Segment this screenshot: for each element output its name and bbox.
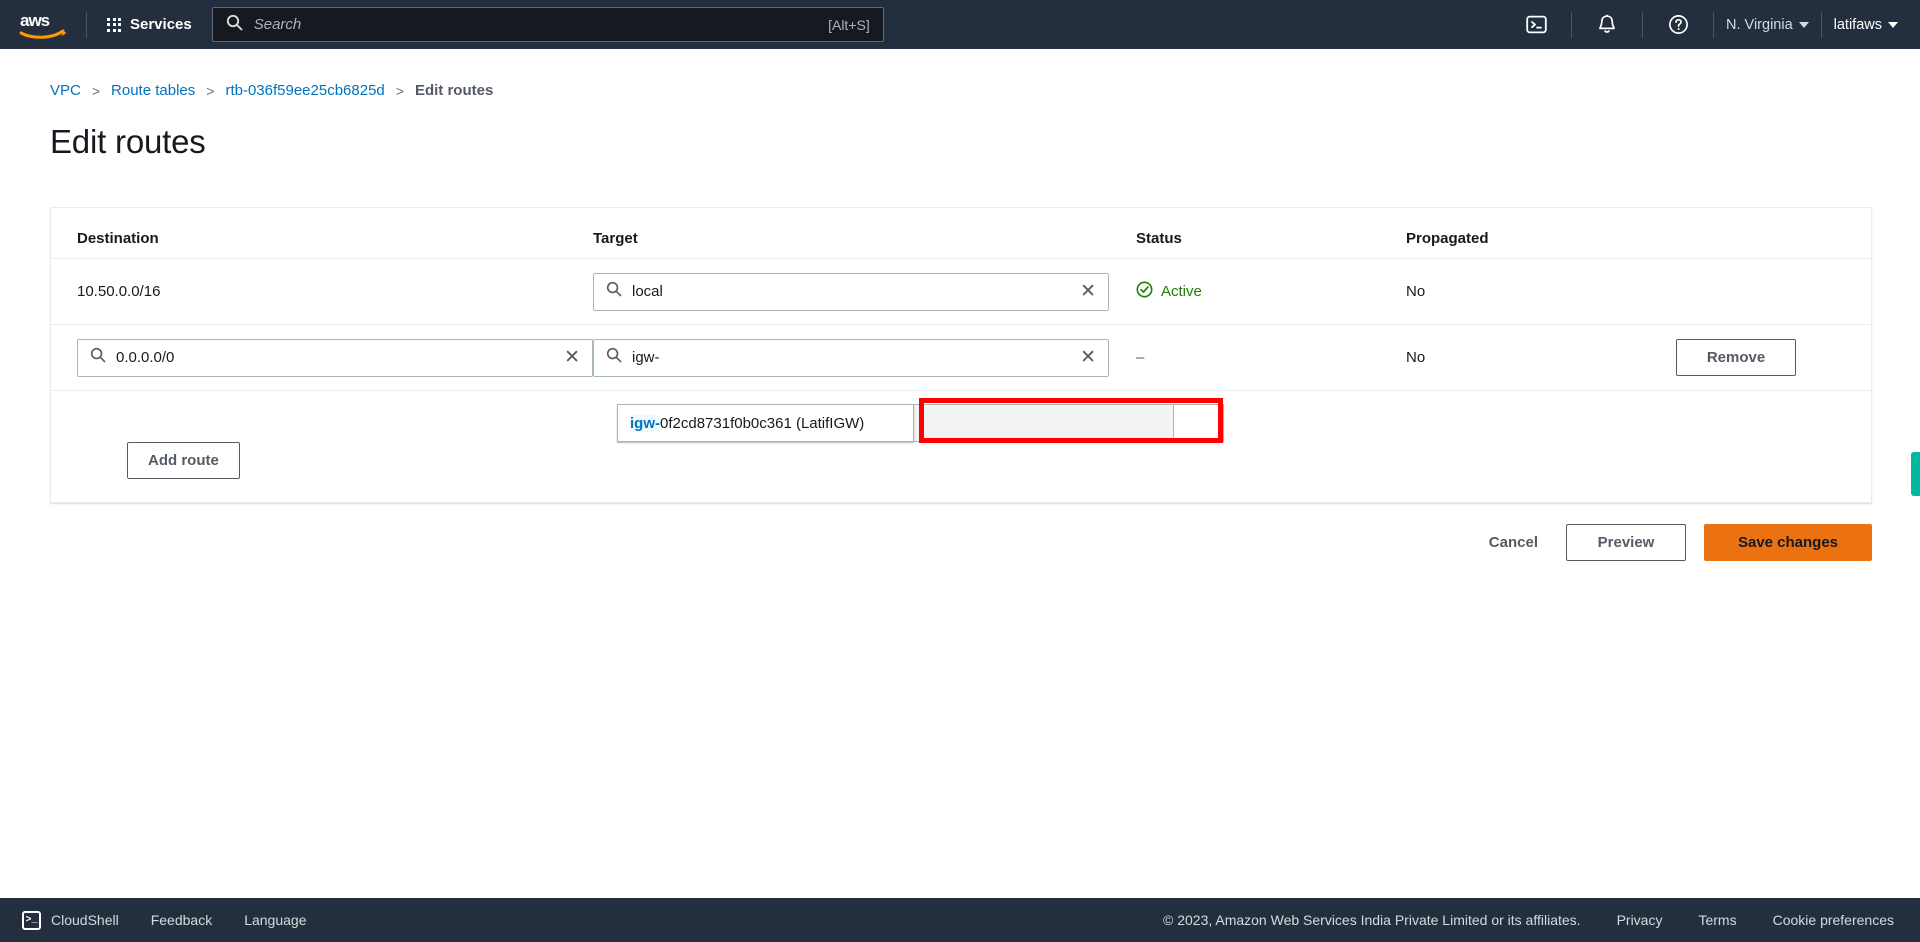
cloudshell-icon[interactable] [1521, 10, 1551, 40]
route-propagated-value: No [1406, 283, 1426, 300]
page-footer: >_ CloudShell Feedback Language © 2023, … [0, 898, 1920, 942]
services-label: Services [130, 16, 192, 33]
breadcrumb-separator-icon: > [206, 82, 215, 99]
nav-divider [1820, 11, 1822, 38]
autocomplete-match-prefix: igw- [630, 414, 660, 432]
nav-divider [86, 11, 87, 38]
dropdown-panel-filler-right [1174, 404, 1224, 442]
grid-icon [107, 17, 121, 32]
footer-feedback-link[interactable]: Feedback [151, 912, 212, 928]
route-target-cell: local ✕ [593, 272, 1136, 311]
nav-right-group: N. Virginia latifaws [1507, 0, 1920, 49]
target-input-value: local [632, 283, 663, 300]
footer-privacy-link[interactable]: Privacy [1617, 912, 1663, 928]
add-route-button[interactable]: Add route [127, 442, 240, 479]
table-header-row: Destination Target Status Propagated [51, 208, 1871, 259]
breadcrumb-separator-icon: > [91, 82, 101, 99]
breadcrumb-item-route-table-id[interactable]: rtb-036f59ee25cb6825d [225, 82, 384, 99]
region-selector[interactable]: N. Virginia [1720, 17, 1815, 33]
nav-divider [1571, 11, 1573, 38]
bell-icon[interactable] [1592, 10, 1622, 40]
breadcrumb-item-vpc[interactable]: VPC [50, 82, 81, 99]
cancel-button[interactable]: Cancel [1479, 534, 1548, 551]
footer-terms-link[interactable]: Terms [1698, 912, 1736, 928]
destination-input-value: 0.0.0.0/0 [116, 349, 175, 366]
target-autocomplete-option[interactable]: igw- 0f2cd8731f0b0c361 (LatifIGW) [617, 404, 914, 442]
clear-icon[interactable]: ✕ [564, 348, 580, 367]
route-propagated-value: No [1406, 349, 1426, 366]
chevron-down-icon [1798, 21, 1809, 28]
breadcrumb-separator-icon: > [395, 82, 404, 99]
column-header-propagated: Propagated [1406, 230, 1489, 247]
services-menu-button[interactable]: Services [103, 11, 196, 38]
search-icon [226, 14, 243, 36]
destination-input[interactable]: 0.0.0.0/0 ✕ [77, 338, 593, 377]
route-target-cell: igw- ✕ [593, 338, 1136, 377]
global-search-input[interactable]: Search [Alt+S] [211, 7, 884, 42]
check-circle-icon [1136, 281, 1153, 302]
autocomplete-option-text: 0f2cd8731f0b0c361 (LatifIGW) [660, 414, 865, 432]
route-destination-text: 10.50.0.0/16 [77, 283, 161, 300]
chevron-down-icon [1888, 21, 1898, 28]
top-navigation-bar: aws Services Search [Alt+S] N. Virginia … [0, 0, 1920, 49]
search-shortcut-hint: [Alt+S] [828, 16, 870, 33]
status-badge: Active [1136, 281, 1406, 302]
aws-console-page: aws Services Search [Alt+S] N. Virginia … [0, 0, 1920, 942]
add-route-wrapper: Add route [127, 442, 240, 479]
preview-button[interactable]: Preview [1566, 524, 1686, 561]
save-changes-button[interactable]: Save changes [1704, 524, 1872, 561]
target-input[interactable]: igw- ✕ [593, 338, 1109, 377]
column-header-destination: Destination [77, 230, 159, 247]
status-label: – [1136, 348, 1145, 366]
footer-copyright: © 2023, Amazon Web Services India Privat… [1163, 912, 1581, 928]
search-icon [606, 281, 622, 302]
footer-right-group: © 2023, Amazon Web Services India Privat… [1163, 912, 1894, 928]
footer-cloudshell-button[interactable]: >_ CloudShell [22, 910, 119, 930]
breadcrumb-item-current: Edit routes [414, 82, 494, 99]
nav-divider [1713, 11, 1715, 38]
aws-logo-icon[interactable]: aws [18, 9, 70, 41]
dropdown-panel-filler [914, 404, 1174, 442]
remove-route-button[interactable]: Remove [1676, 339, 1796, 376]
column-header-target: Target [593, 230, 638, 247]
breadcrumb-item-route-tables[interactable]: Route tables [111, 82, 195, 99]
footer-cloudshell-label: CloudShell [51, 912, 119, 928]
status-label: Active [1161, 283, 1202, 300]
column-header-status: Status [1136, 230, 1182, 247]
search-icon [90, 347, 106, 368]
nav-divider [1642, 11, 1644, 38]
region-label: N. Virginia [1726, 16, 1793, 33]
svg-text:aws: aws [20, 11, 50, 30]
search-placeholder: Search [253, 16, 302, 33]
help-icon[interactable] [1663, 10, 1693, 40]
footer-language-link[interactable]: Language [244, 912, 306, 928]
form-actions: Cancel Preview Save changes [1479, 524, 1872, 561]
table-row: 0.0.0.0/0 ✕ igw- ✕ – No Remove [51, 325, 1871, 391]
target-input[interactable]: local ✕ [593, 272, 1109, 311]
route-status-cell: – [1136, 349, 1406, 367]
clear-icon[interactable]: ✕ [1080, 348, 1096, 367]
footer-cookie-preferences-link[interactable]: Cookie preferences [1773, 912, 1894, 928]
footer-left-group: >_ CloudShell Feedback Language [22, 910, 307, 930]
page-title: Edit routes [50, 123, 206, 160]
route-status-cell: Active [1136, 281, 1406, 302]
target-input-value: igw- [632, 349, 660, 366]
routes-editor-card: Destination Target Status Propagated 10.… [50, 207, 1872, 503]
table-row: 10.50.0.0/16 local ✕ Active No [51, 259, 1871, 325]
search-icon [606, 347, 622, 368]
clear-icon[interactable]: ✕ [1080, 282, 1096, 301]
route-actions-cell: Remove [1676, 339, 1871, 376]
route-destination-cell: 0.0.0.0/0 ✕ [51, 338, 593, 377]
account-label: latifaws [1833, 16, 1882, 33]
account-menu[interactable]: latifaws [1828, 17, 1904, 33]
cloudshell-icon: >_ [22, 910, 41, 930]
side-panel-tab[interactable] [1911, 452, 1920, 496]
breadcrumb: VPC > Route tables > rtb-036f59ee25cb682… [50, 82, 493, 99]
